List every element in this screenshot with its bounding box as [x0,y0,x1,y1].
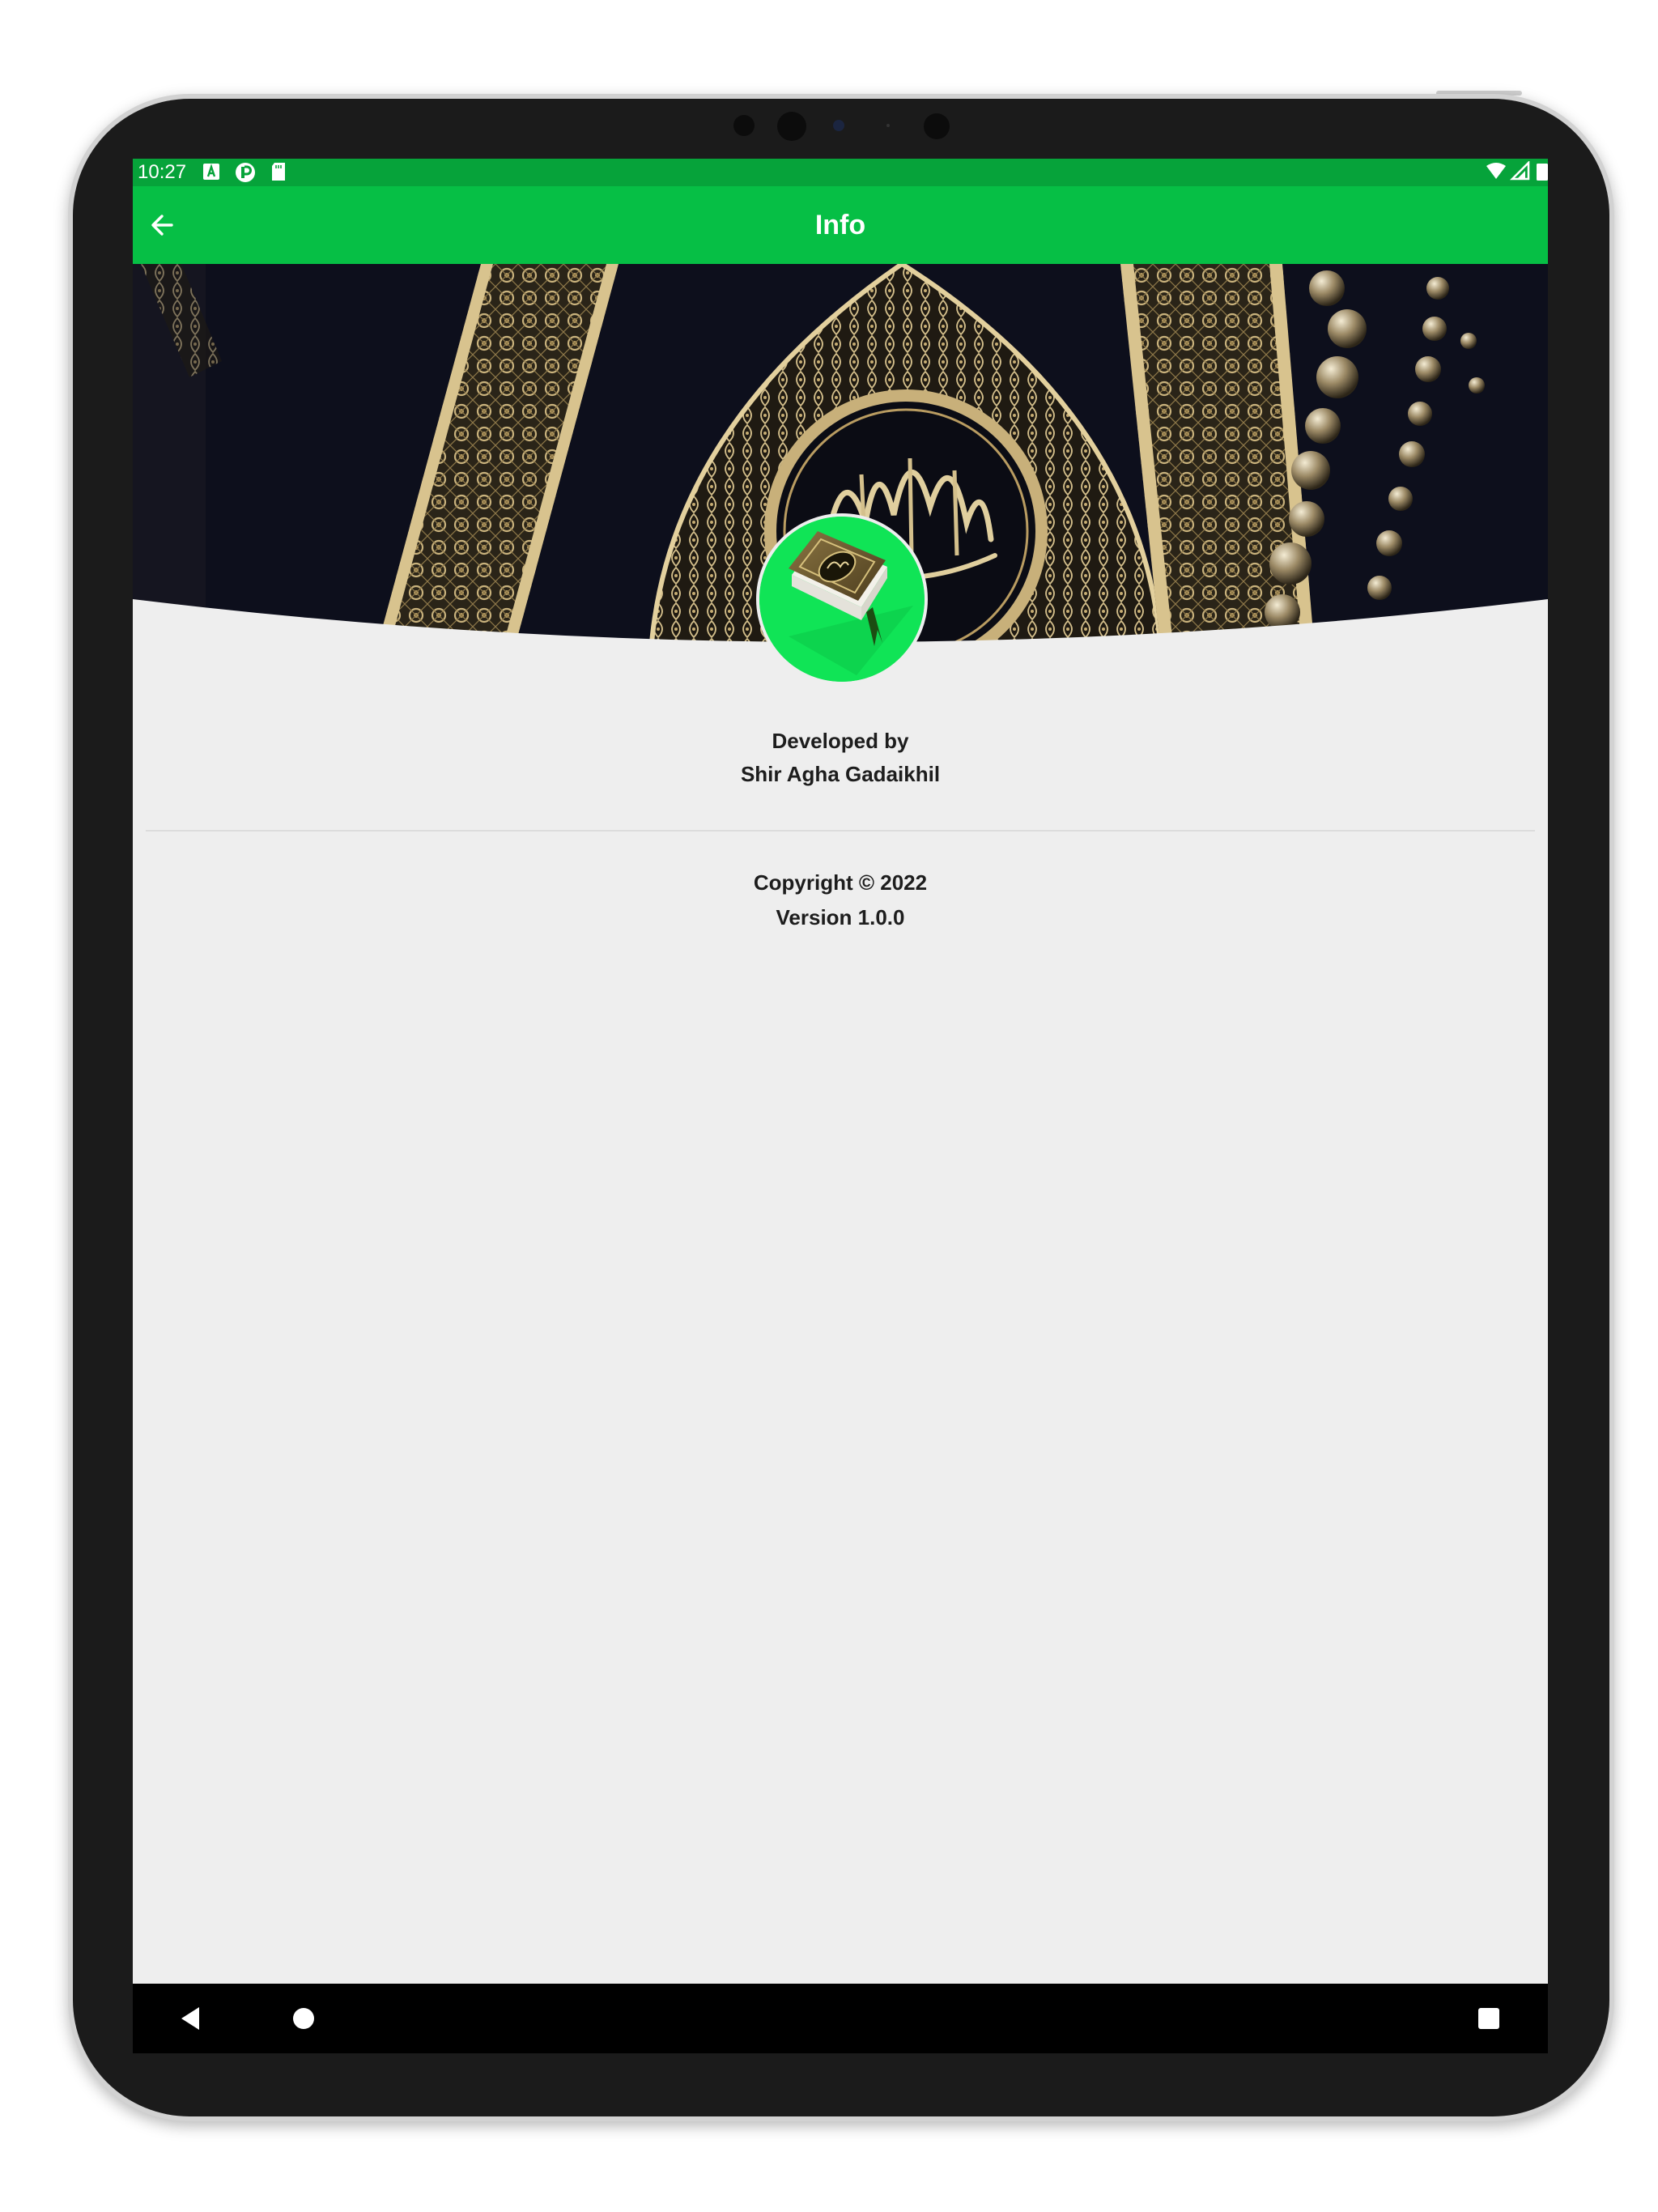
developed-by-label: Developed by [772,729,909,753]
nav-back-icon [181,2007,199,2030]
system-nav-bar [133,1984,1548,2053]
app-logo [756,513,928,685]
divider [146,830,1535,832]
nav-home-icon[interactable] [293,2008,314,2029]
front-camera [777,112,806,141]
nav-back-button[interactable] [178,2005,202,2036]
a-notification-icon [202,162,220,185]
sensor-dot [733,115,755,136]
camera-bar [0,105,1658,146]
sd-card-icon [270,162,287,185]
nav-recent-icon[interactable] [1478,2008,1499,2029]
app-screen: 10:27 Info Developed by Shir Agha Gadaik… [133,159,1548,2053]
quran-book-icon [759,517,925,682]
app-bar: Info [133,186,1548,264]
status-time: 10:27 [138,161,187,183]
sensor-dot [924,113,950,139]
camera-lens [833,120,844,131]
version-text: Version 1.0.0 [776,905,905,929]
sensor-dot [886,124,890,127]
page-title: Info [814,210,866,240]
developer-name: Shir Agha Gadaikhil [740,762,941,786]
copyright-text: Copyright © 2022 [753,870,928,895]
wifi-signal-battery-icon [1486,160,1548,181]
p-notification-icon [235,162,256,187]
status-bar: 10:27 [133,159,1548,186]
status-icons [1485,160,1548,184]
